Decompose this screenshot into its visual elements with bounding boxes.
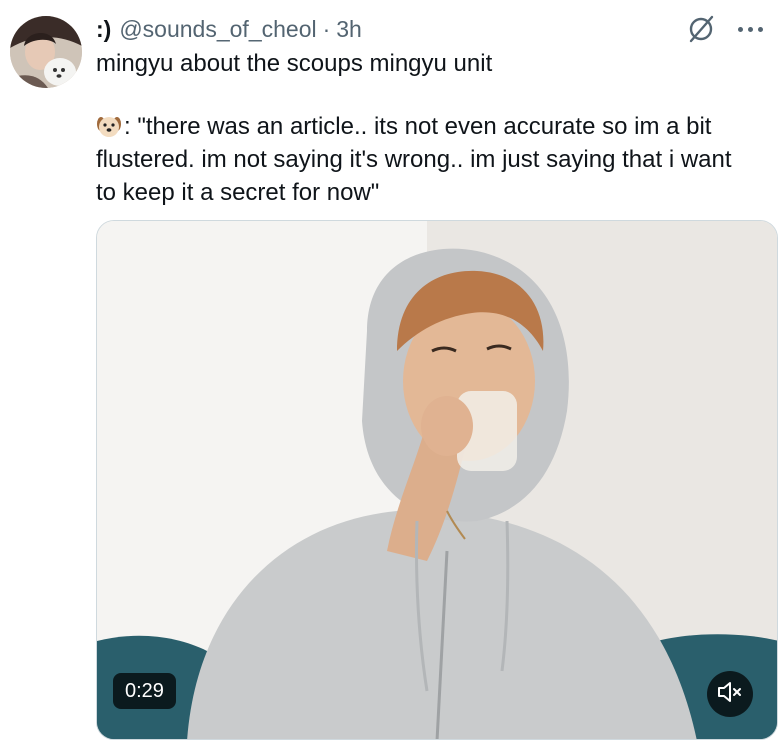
tweet-quote-line-3: to keep it a secret for now" xyxy=(96,179,380,206)
tweet-header: :) @sounds_of_cheol · 3h xyxy=(96,12,362,46)
mute-button[interactable] xyxy=(707,671,753,717)
user-handle[interactable]: @sounds_of_cheol xyxy=(119,16,316,43)
tweet-quote-line-1: : "there was an article.. its not even a… xyxy=(96,111,711,143)
video-frame xyxy=(97,221,777,739)
timestamp[interactable]: 3h xyxy=(336,16,362,43)
tweet-quote-line-2: flustered. im not saying it's wrong.. im… xyxy=(96,146,732,173)
more-icon[interactable] xyxy=(738,20,774,38)
quote-text-1: : "there was an article.. its not even a… xyxy=(124,113,712,140)
display-name[interactable]: :) xyxy=(96,16,111,43)
tweet[interactable]: :) @sounds_of_cheol · 3h mingyu about th… xyxy=(0,0,782,740)
dog-face-icon xyxy=(96,113,122,139)
tweet-text: mingyu about the scoups mingyu unit xyxy=(96,50,493,77)
video-player[interactable]: 0:29 xyxy=(96,220,778,740)
avatar[interactable] xyxy=(10,16,82,88)
video-duration: 0:29 xyxy=(113,673,176,709)
volume-muted-icon xyxy=(717,681,743,708)
separator-dot: · xyxy=(322,15,331,42)
grok-icon[interactable] xyxy=(686,14,716,44)
